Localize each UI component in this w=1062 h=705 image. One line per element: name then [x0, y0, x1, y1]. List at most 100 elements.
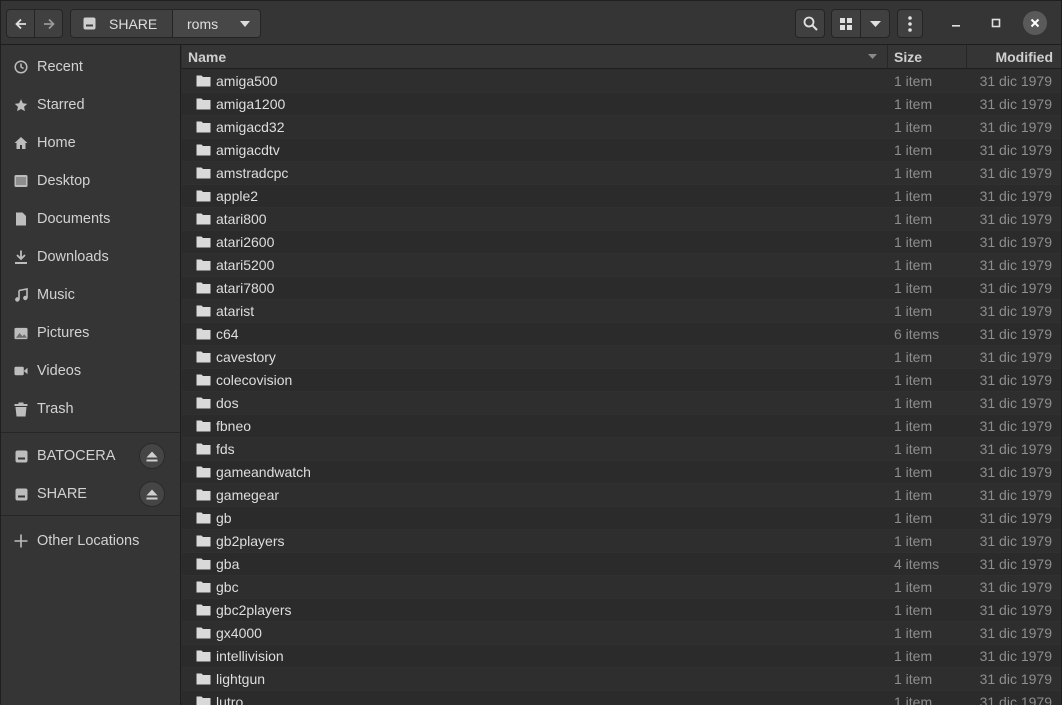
drive-icon [14, 487, 28, 501]
back-button[interactable] [6, 9, 35, 38]
file-size: 1 item [894, 671, 933, 687]
picture-icon [14, 326, 28, 340]
file-size: 1 item [894, 73, 933, 89]
file-size: 1 item [894, 464, 933, 480]
table-row[interactable]: atari800 1 item 31 dic 1979 [182, 208, 1061, 231]
sidebar-item-trash[interactable]: Trash [1, 391, 180, 427]
file-name: atarist [216, 303, 255, 319]
view-options-button[interactable] [860, 9, 890, 38]
table-row[interactable]: gb2players 1 item 31 dic 1979 [182, 530, 1061, 553]
document-icon [14, 212, 28, 226]
sidebar-item-label: Other Locations [37, 533, 140, 549]
table-row[interactable]: gx4000 1 item 31 dic 1979 [182, 622, 1061, 645]
file-name: atari800 [216, 211, 267, 227]
name-column-header[interactable]: Name [188, 49, 226, 65]
file-size: 1 item [894, 625, 933, 641]
sidebar-item-label: BATOCERA [37, 448, 116, 464]
table-row[interactable]: intellivision 1 item 31 dic 1979 [182, 645, 1061, 668]
folder-icon [196, 167, 211, 179]
folder-icon [196, 604, 211, 616]
table-row[interactable]: amigacd32 1 item 31 dic 1979 [182, 116, 1061, 139]
table-row[interactable]: fds 1 item 31 dic 1979 [182, 438, 1061, 461]
table-row[interactable]: atari7800 1 item 31 dic 1979 [182, 277, 1061, 300]
table-row[interactable]: dos 1 item 31 dic 1979 [182, 392, 1061, 415]
table-row[interactable]: fbneo 1 item 31 dic 1979 [182, 415, 1061, 438]
file-modified: 31 dic 1979 [979, 625, 1052, 641]
file-name: gb [216, 510, 232, 526]
table-row[interactable]: gba 4 items 31 dic 1979 [182, 553, 1061, 576]
sidebar-item-home[interactable]: Home [1, 125, 180, 161]
table-row[interactable]: lutro 1 item 31 dic 1979 [182, 691, 1061, 705]
file-modified: 31 dic 1979 [979, 441, 1052, 457]
sidebar-item-other-locations[interactable]: Other Locations [1, 523, 180, 559]
eject-button[interactable] [139, 443, 165, 469]
file-name: amstradcpc [216, 165, 289, 181]
table-row[interactable]: gbc2players 1 item 31 dic 1979 [182, 599, 1061, 622]
sidebar-item-videos[interactable]: Videos [1, 353, 180, 389]
file-modified: 31 dic 1979 [979, 395, 1052, 411]
table-row[interactable]: gamegear 1 item 31 dic 1979 [182, 484, 1061, 507]
maximize-icon [991, 18, 1001, 28]
table-row[interactable]: amigacdtv 1 item 31 dic 1979 [182, 139, 1061, 162]
file-size: 4 items [894, 556, 940, 572]
table-row[interactable]: amiga1200 1 item 31 dic 1979 [182, 93, 1061, 116]
arrow-right-icon [43, 18, 55, 29]
sidebar-item-documents[interactable]: Documents [1, 201, 180, 237]
table-row[interactable]: atari5200 1 item 31 dic 1979 [182, 254, 1061, 277]
folder-icon [196, 466, 211, 478]
file-modified: 31 dic 1979 [979, 533, 1052, 549]
table-row[interactable]: colecovision 1 item 31 dic 1979 [182, 369, 1061, 392]
path-segment-label: SHARE [109, 15, 158, 32]
file-size: 1 item [894, 96, 933, 112]
table-row[interactable]: gb 1 item 31 dic 1979 [182, 507, 1061, 530]
table-row[interactable]: atari2600 1 item 31 dic 1979 [182, 231, 1061, 254]
close-button[interactable] [1023, 11, 1047, 35]
minimize-button[interactable] [944, 11, 968, 35]
maximize-button[interactable] [984, 11, 1008, 35]
main-menu-button[interactable] [897, 9, 923, 38]
folder-icon [196, 351, 211, 363]
table-row[interactable]: gameandwatch 1 item 31 dic 1979 [182, 461, 1061, 484]
file-modified: 31 dic 1979 [979, 326, 1052, 342]
search-icon [803, 16, 818, 31]
desktop-icon [14, 174, 28, 188]
table-row[interactable]: c64 6 items 31 dic 1979 [182, 323, 1061, 346]
folder-icon [196, 98, 211, 110]
sidebar-item-recent[interactable]: Recent [1, 49, 180, 85]
table-row[interactable]: lightgun 1 item 31 dic 1979 [182, 668, 1061, 691]
forward-button[interactable] [34, 9, 63, 38]
table-row[interactable]: gbc 1 item 31 dic 1979 [182, 576, 1061, 599]
file-size: 1 item [894, 694, 933, 705]
sidebar-item-music[interactable]: Music [1, 277, 180, 313]
file-name: gba [216, 556, 240, 572]
file-modified: 31 dic 1979 [979, 165, 1052, 181]
table-row[interactable]: amiga500 1 item 31 dic 1979 [182, 70, 1061, 93]
size-column-header[interactable]: Size [887, 45, 966, 69]
sidebar-item-pictures[interactable]: Pictures [1, 315, 180, 351]
sidebar-item-desktop[interactable]: Desktop [1, 163, 180, 199]
file-size: 6 items [894, 326, 940, 342]
sidebar-item-label: Desktop [37, 173, 91, 189]
chevron-down-icon [869, 20, 881, 27]
table-row[interactable]: cavestory 1 item 31 dic 1979 [182, 346, 1061, 369]
sidebar-separator [1, 432, 180, 433]
path-segment-roms[interactable]: roms [173, 10, 260, 37]
modified-column-header[interactable]: Modified [966, 45, 1061, 69]
search-button[interactable] [795, 9, 825, 38]
minimize-icon [952, 25, 960, 27]
folder-icon [196, 443, 211, 455]
grid-view-button[interactable] [831, 9, 861, 38]
table-row[interactable]: atarist 1 item 31 dic 1979 [182, 300, 1061, 323]
file-manager-window: SHARE roms Recent Starred Home Desktop D… [0, 0, 1062, 705]
path-segment-share[interactable]: SHARE [71, 10, 173, 37]
table-row[interactable]: amstradcpc 1 item 31 dic 1979 [182, 162, 1061, 185]
table-row[interactable]: apple2 1 item 31 dic 1979 [182, 185, 1061, 208]
sidebar-item-starred[interactable]: Starred [1, 87, 180, 123]
eject-button[interactable] [139, 481, 165, 507]
file-modified: 31 dic 1979 [979, 96, 1052, 112]
sidebar-item-downloads[interactable]: Downloads [1, 239, 180, 275]
file-modified: 31 dic 1979 [979, 188, 1052, 204]
file-name: fds [216, 441, 235, 457]
folder-icon [196, 489, 211, 501]
file-size: 1 item [894, 602, 933, 618]
